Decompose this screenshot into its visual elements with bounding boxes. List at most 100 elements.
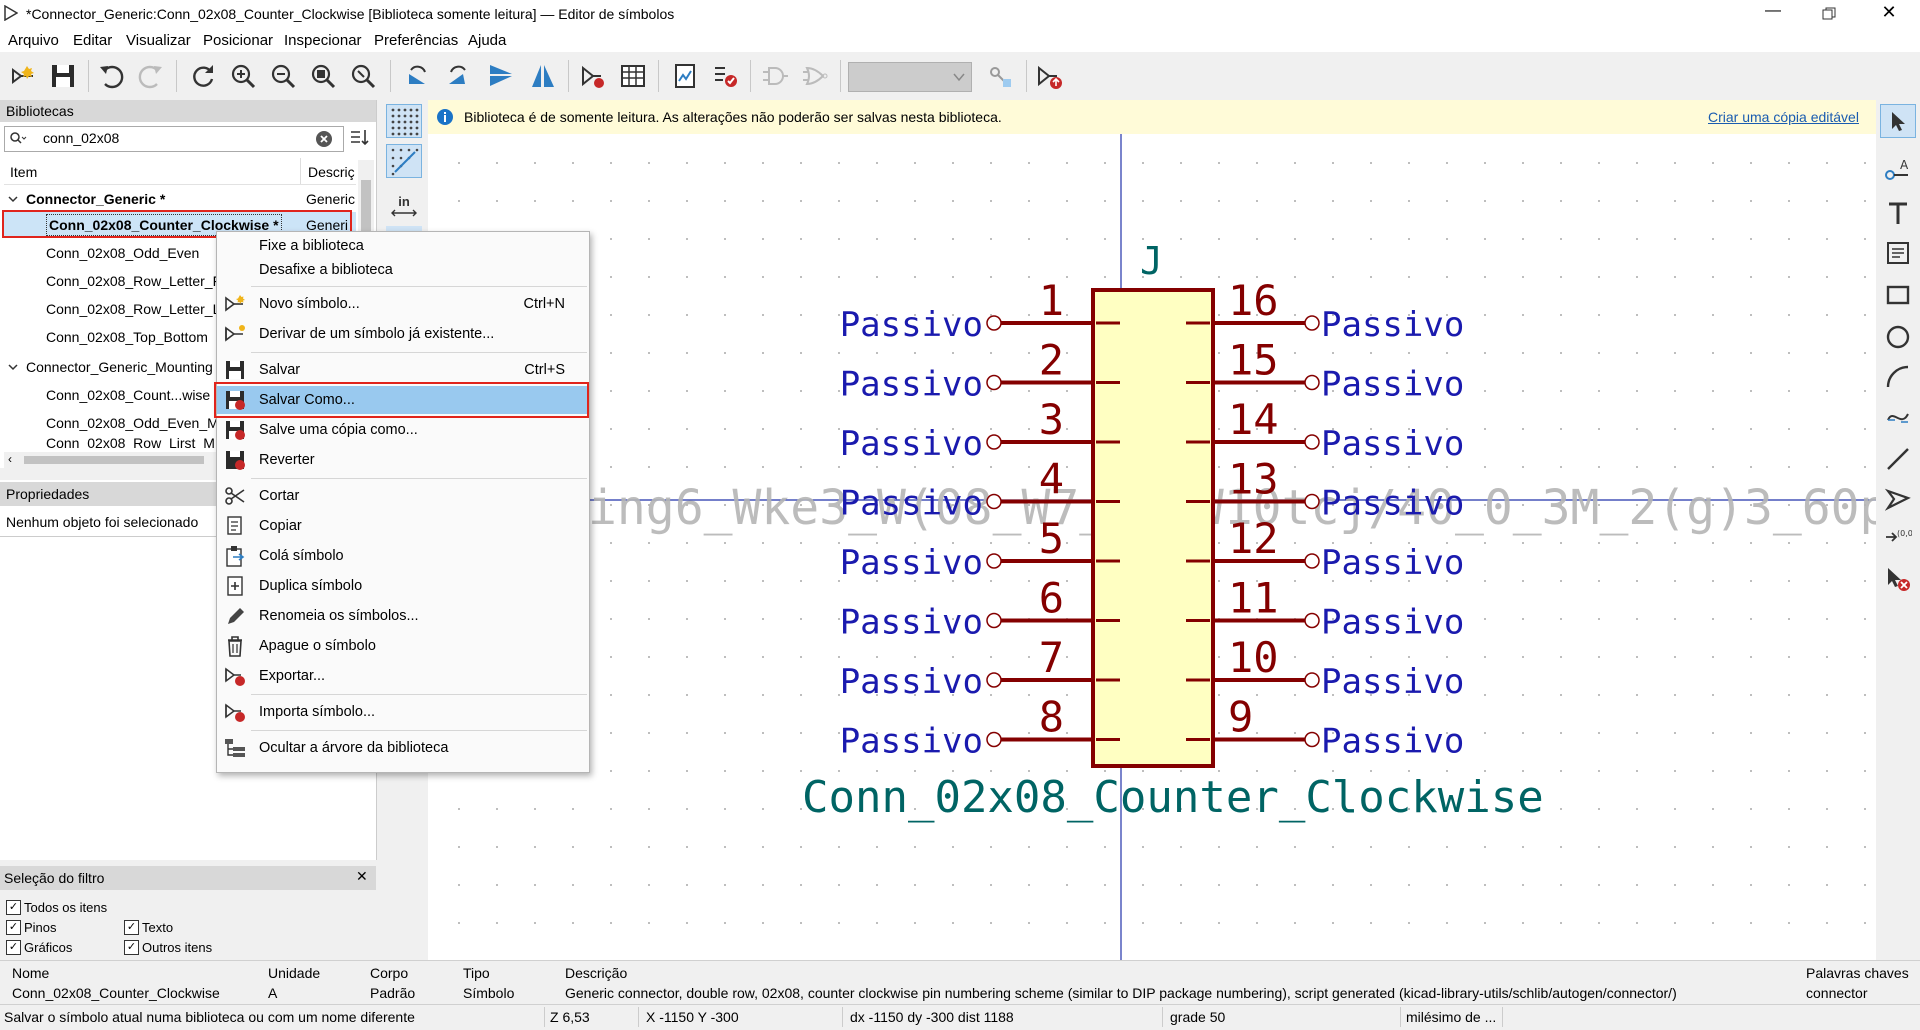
table-icon <box>621 65 645 87</box>
add-bezier-button[interactable] <box>1880 400 1916 434</box>
menu-item-rename[interactable]: Renomeia os símbolos... <box>217 602 589 630</box>
demorgan-standard-button[interactable] <box>760 59 790 93</box>
pin-table-button[interactable] <box>618 59 648 93</box>
menu-item-derive-symbol[interactable]: Derivar de um símbolo já existente... <box>217 320 589 348</box>
hscrollbar-thumb[interactable] <box>24 456 204 464</box>
datasheet-button[interactable] <box>670 59 700 93</box>
menu-item-save[interactable]: Salvar Ctrl+S <box>217 356 589 384</box>
library-search-input[interactable]: conn_02x08 <box>43 130 119 146</box>
add-arc-button[interactable] <box>1880 360 1916 394</box>
menu-item-duplicate[interactable]: Duplica símbolo <box>217 572 589 600</box>
select-tool-button[interactable] <box>1880 104 1916 138</box>
create-editable-copy-link[interactable]: Criar uma cópia editável <box>1708 109 1859 125</box>
filter-all-checkbox[interactable]: ✓ <box>6 900 21 915</box>
library-search-box[interactable]: conn_02x08 <box>4 126 344 152</box>
zoom-in-button[interactable] <box>228 59 258 93</box>
menu-editar[interactable]: Editar <box>73 32 112 49</box>
symbol-properties-button[interactable] <box>578 59 608 93</box>
redo-button[interactable] <box>136 59 166 93</box>
filter-graphics-checkbox[interactable]: ✓ <box>6 940 21 955</box>
zoom-selection-button[interactable] <box>348 59 378 93</box>
new-library-button[interactable] <box>8 59 38 93</box>
menu-item-export[interactable]: Exportar... <box>217 662 589 690</box>
delete-tool-button[interactable] <box>1880 562 1916 596</box>
symbol-body[interactable] <box>1091 288 1215 768</box>
column-description-header[interactable]: Descriç <box>308 164 355 180</box>
demorgan-alternate-button[interactable] <box>800 59 830 93</box>
pin-type-label: Passivo <box>840 424 983 464</box>
tree-row-library[interactable]: Connector_Generic * Generic <box>4 186 356 212</box>
column-item-header[interactable]: Item <box>10 164 37 180</box>
pin-type-label: Passivo <box>1321 543 1464 583</box>
clear-search-icon[interactable] <box>315 130 333 148</box>
symbol-name: Conn_02x08_Top_Bottom <box>46 329 208 345</box>
menu-ajuda[interactable]: Ajuda <box>468 32 506 49</box>
add-rectangle-button[interactable] <box>1880 278 1916 312</box>
pin-number: 5 <box>1039 514 1064 563</box>
close-window-button[interactable]: ✕ <box>1874 2 1904 26</box>
menu-item-pin-library[interactable]: Fixe a biblioteca <box>217 234 589 256</box>
add-circle-button[interactable] <box>1880 320 1916 354</box>
unit-selector-dropdown[interactable] <box>848 62 972 92</box>
symbol-drawing[interactable]: ing6_Wke3_W(08_W7_62_W10tcj/40_0_3M_2(g)… <box>428 134 1876 960</box>
menu-item-delete[interactable]: Apague o símbolo <box>217 632 589 660</box>
polygon-icon <box>1885 488 1911 511</box>
menu-item-copy[interactable]: Copiar <box>217 512 589 540</box>
minimize-button[interactable]: — <box>1758 2 1788 26</box>
menu-item-paste[interactable]: Colá símbolo <box>217 542 589 570</box>
add-text-button[interactable] <box>1880 196 1916 230</box>
scroll-left-icon[interactable]: ‹ <box>8 452 12 466</box>
menu-item-unpin-library[interactable]: Desafixe a biblioteca <box>217 256 589 284</box>
mirror-vertical-button[interactable] <box>486 59 516 93</box>
filter-text-checkbox[interactable]: ✓ <box>124 920 139 935</box>
close-panel-icon[interactable]: ✕ <box>356 868 368 885</box>
column-divider[interactable] <box>300 158 301 184</box>
refresh-button[interactable] <box>188 59 218 93</box>
menu-item-hide-tree[interactable]: Ocultar a árvore da biblioteca <box>217 734 589 762</box>
bezier-icon <box>1887 413 1909 423</box>
menu-item-save-copy-as[interactable]: Salve uma cópia como... <box>217 416 589 444</box>
menu-arquivo[interactable]: Arquivo <box>8 32 59 49</box>
pin-icon: A <box>1885 158 1909 180</box>
sort-button[interactable] <box>348 126 372 150</box>
filter-other-checkbox[interactable]: ✓ <box>124 940 139 955</box>
menu-posicionar[interactable]: Posicionar <box>203 32 273 49</box>
add-pin-button[interactable]: A <box>1880 152 1916 186</box>
toggle-grid-button[interactable] <box>386 104 422 138</box>
info-type-value: Símbolo <box>463 985 515 1001</box>
filter-pins-checkbox[interactable]: ✓ <box>6 920 21 935</box>
pin-end-circle <box>1304 374 1320 391</box>
undo-button[interactable] <box>96 59 126 93</box>
pin-number: 4 <box>1039 455 1064 504</box>
symbol-checker-button[interactable] <box>710 59 740 93</box>
rotate-cw-button[interactable] <box>442 59 472 93</box>
menu-item-revert[interactable]: Reverter <box>217 446 589 474</box>
update-symbol-button[interactable] <box>1034 59 1064 93</box>
info-description-value: Generic connector, double row, 02x08, co… <box>565 985 1677 1001</box>
rectangle-icon <box>1886 285 1910 305</box>
menu-visualizar[interactable]: Visualizar <box>126 32 191 49</box>
units-inches-button[interactable]: in <box>386 188 422 222</box>
set-anchor-button[interactable]: (0,0) <box>1880 520 1916 554</box>
mirror-horizontal-button[interactable] <box>528 59 558 93</box>
menu-inspecionar[interactable]: Inspecionar <box>284 32 362 49</box>
menu-item-new-symbol[interactable]: Novo símbolo... Ctrl+N <box>217 290 589 318</box>
toggle-grid-overrides-button[interactable] <box>386 144 422 178</box>
maximize-button[interactable] <box>1814 2 1844 26</box>
zoom-fit-button[interactable] <box>308 59 338 93</box>
add-line-button[interactable] <box>1880 442 1916 476</box>
zoom-out-button[interactable] <box>268 59 298 93</box>
units-arrow-icon <box>391 209 417 216</box>
add-textbox-button[interactable] <box>1880 236 1916 270</box>
show-pin-electrical-type-button[interactable] <box>986 59 1016 93</box>
add-polygon-button[interactable] <box>1880 482 1916 516</box>
pin-end-circle <box>986 315 1002 331</box>
rotate-ccw-button[interactable] <box>402 59 432 93</box>
pin-type-label: Passivo <box>840 365 983 405</box>
symbol-value: Conn_02x08_Counter_Clockwise <box>802 772 1544 823</box>
menu-item-import[interactable]: Importa símbolo... <box>217 698 589 726</box>
menu-item-cut[interactable]: Cortar <box>217 482 589 510</box>
menu-preferencias[interactable]: Preferências <box>374 32 458 49</box>
save-library-button[interactable] <box>48 59 78 93</box>
filter-other-label: Outros itens <box>142 940 213 955</box>
